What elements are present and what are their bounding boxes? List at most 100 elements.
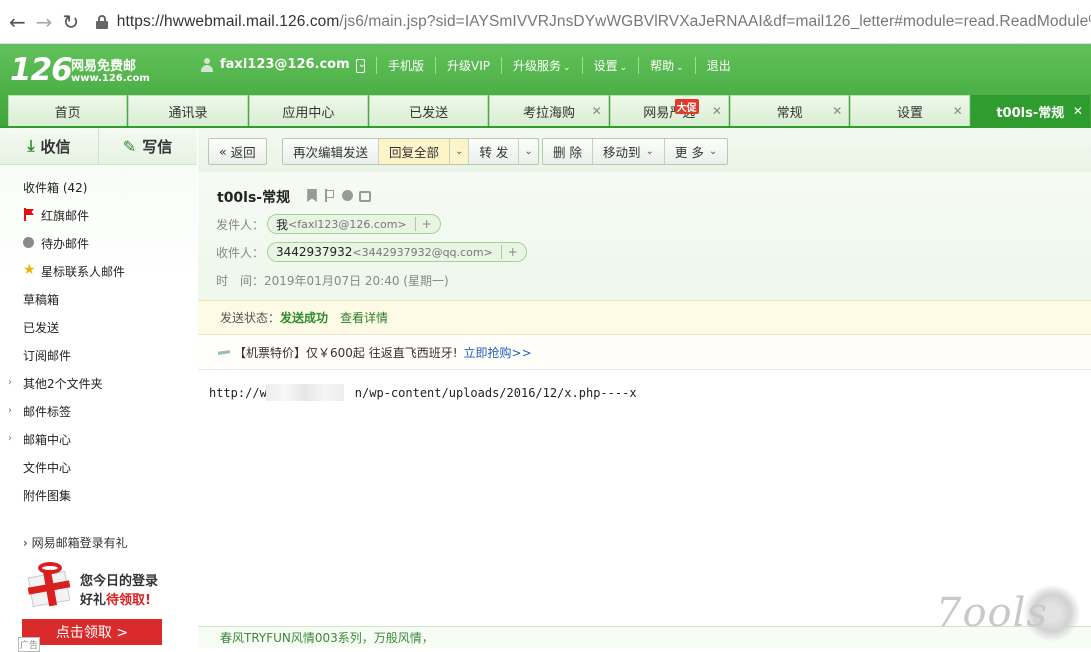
- folder-mail-center[interactable]: › 邮箱中心: [0, 425, 197, 453]
- close-icon[interactable]: ✕: [592, 104, 602, 118]
- tab-label: 首页: [54, 105, 81, 121]
- flag-icon[interactable]: [324, 189, 336, 202]
- folder-label: 已发送: [23, 320, 60, 335]
- folder-sent[interactable]: 已发送: [0, 313, 197, 341]
- logo-name[interactable]: 网易免费邮: [71, 55, 136, 74]
- help-link[interactable]: 帮助 ⌄: [638, 57, 695, 74]
- forward-button[interactable]: 转 发: [468, 139, 518, 164]
- tab-settings[interactable]: 设置 ✕: [850, 95, 970, 126]
- tab-regular[interactable]: 常规 ✕: [729, 95, 850, 126]
- ad-link[interactable]: 立即抢购>>: [464, 344, 532, 361]
- reply-all-button[interactable]: 回复全部: [378, 139, 450, 164]
- tab-sent[interactable]: 已发送: [368, 95, 489, 126]
- ad-banner[interactable]: 【机票特价】仅￥600起 往返直飞西班牙! 立即抢购>>: [198, 336, 1091, 370]
- tab-home[interactable]: 首页: [8, 95, 128, 126]
- chevron-down-icon: ⌄: [563, 63, 571, 73]
- promo-title[interactable]: › 网易邮箱登录有礼: [23, 534, 128, 551]
- receive-button[interactable]: ⤓ 收信: [0, 128, 98, 164]
- tab-label: 应用中心: [282, 105, 335, 121]
- browser-reload-icon[interactable]: ↻: [57, 7, 84, 37]
- tab-bar: 首页 通讯录 应用中心 已发送 考拉海购 ✕ 网易严选 大促 ✕ 常规 ✕ 设置 ✕ t0…: [8, 95, 1091, 128]
- promo-line1: 您今日的登录: [80, 574, 159, 589]
- logo-domain: www.126.com: [71, 73, 150, 84]
- tab-app-center[interactable]: 应用中心: [248, 95, 368, 126]
- settings-link[interactable]: 设置 ⌄: [581, 57, 639, 74]
- promo-line2-highlight: 待领取!: [106, 593, 151, 608]
- folder-attachment-gallery[interactable]: 附件图集: [0, 481, 197, 509]
- edit-resend-button[interactable]: 再次编辑发送: [283, 139, 378, 164]
- close-icon[interactable]: ✕: [712, 104, 722, 118]
- tab-label: 常规: [776, 105, 803, 121]
- clock-icon: [23, 237, 34, 248]
- folder-file-center[interactable]: 文件中心: [0, 453, 197, 481]
- chevron-right-icon[interactable]: ›: [8, 433, 12, 444]
- upgrade-service-link[interactable]: 升级服务 ⌄: [501, 57, 582, 74]
- close-icon[interactable]: ✕: [832, 104, 842, 118]
- recipient-row: 收件人： 3442937932 <3442937932@qq.com> +: [216, 242, 527, 262]
- chevron-down-icon: ⌄: [645, 146, 654, 157]
- folder-label: 邮箱中心: [23, 432, 72, 447]
- printer-icon[interactable]: [359, 191, 371, 202]
- folder-drafts[interactable]: 草稿箱: [0, 285, 197, 313]
- add-contact-icon[interactable]: +: [500, 245, 518, 259]
- close-icon[interactable]: ✕: [953, 104, 963, 118]
- user-menu[interactable]: faxl123@126.com ⌄: [200, 57, 366, 72]
- tab-contacts[interactable]: 通讯录: [128, 95, 248, 126]
- login-gift-promo[interactable]: › 网易邮箱登录有礼 您今日的登录 好礼待领取! 点击领取 >: [18, 530, 173, 648]
- chevron-right-icon[interactable]: ›: [8, 405, 12, 416]
- time-label: 时 间：: [216, 274, 265, 288]
- logo-number[interactable]: 126: [10, 52, 73, 88]
- sender-chip[interactable]: 我 <faxl123@126.com> +: [267, 214, 441, 234]
- folder-label: 订阅邮件: [23, 348, 72, 363]
- phone-icon: [356, 58, 365, 73]
- bookmark-icon[interactable]: [307, 189, 317, 202]
- folder-label: 文件中心: [23, 460, 72, 475]
- compose-button[interactable]: ✎ 写信: [98, 128, 196, 164]
- tab-label: 已发送: [409, 105, 449, 121]
- mobile-version-link[interactable]: 手机版: [376, 57, 435, 74]
- back-group: «返回: [208, 138, 267, 165]
- folder-inbox[interactable]: 收件箱 (42): [0, 173, 197, 201]
- browser-back-icon[interactable]: ←: [4, 7, 31, 37]
- phone-link[interactable]: [356, 58, 376, 73]
- recipient-chip[interactable]: 3442937932 <3442937932@qq.com> +: [267, 242, 527, 262]
- chevron-right-icon[interactable]: ›: [8, 377, 12, 388]
- ad-text: 【机票特价】仅￥600起 往返直飞西班牙!: [234, 346, 458, 360]
- top-links: 手机版 升级VIP 升级服务 ⌄ 设置 ⌄ 帮助 ⌄ 退出: [356, 57, 742, 74]
- folder-tags[interactable]: › 邮件标签: [0, 397, 197, 425]
- claim-gift-button[interactable]: 点击领取 >: [22, 619, 162, 645]
- body-suffix: n/wp-content/uploads/2016/12/x.php----x: [354, 386, 637, 400]
- clock-icon[interactable]: [342, 190, 353, 201]
- tab-label: 设置: [896, 105, 923, 121]
- recipient-address: <3442937932@qq.com>: [352, 245, 493, 259]
- browser-forward-icon[interactable]: →: [31, 7, 58, 37]
- compose-label: 写信: [142, 137, 173, 156]
- back-button[interactable]: «返回: [209, 139, 266, 164]
- upgrade-vip-link[interactable]: 升级VIP: [435, 57, 501, 74]
- tab-kaola[interactable]: 考拉海购 ✕: [489, 95, 609, 126]
- reply-options-dropdown[interactable]: ⌄: [449, 139, 469, 164]
- sender-label: 发件人：: [216, 217, 265, 232]
- folder-todo[interactable]: 待办邮件: [0, 229, 197, 257]
- folder-red-flag[interactable]: 红旗邮件: [0, 201, 197, 229]
- download-icon: ⤓: [27, 136, 35, 155]
- add-contact-icon[interactable]: +: [414, 217, 432, 231]
- tab-yanxuan[interactable]: 网易严选 大促 ✕: [609, 95, 729, 126]
- move-to-dropdown[interactable]: 移动到 ⌄: [591, 139, 664, 164]
- view-details-link[interactable]: 查看详情: [340, 309, 388, 326]
- promo-badge: 大促: [674, 99, 699, 114]
- logout-link[interactable]: 退出: [694, 57, 742, 74]
- folder-starred-contacts[interactable]: ★ 星标联系人邮件: [0, 257, 197, 285]
- flag-icon: [23, 208, 35, 221]
- close-icon[interactable]: ✕: [1073, 104, 1083, 118]
- lock-icon[interactable]: [96, 14, 109, 29]
- url-field[interactable]: https://hwwebmail.mail.126.com/js6/main.…: [117, 13, 1091, 31]
- folder-subscriptions[interactable]: 订阅邮件: [0, 341, 197, 369]
- delete-button[interactable]: 删 除: [543, 139, 592, 164]
- folder-other[interactable]: › 其他2个文件夹: [0, 369, 197, 397]
- forward-options-dropdown[interactable]: ⌄: [518, 139, 537, 164]
- user-email: faxl123@126.com: [220, 57, 350, 72]
- tab-t00ls-regular[interactable]: t00ls-常规 ✕: [970, 95, 1090, 126]
- more-label: 更 多: [674, 145, 704, 160]
- more-dropdown[interactable]: 更 多 ⌄: [663, 139, 727, 164]
